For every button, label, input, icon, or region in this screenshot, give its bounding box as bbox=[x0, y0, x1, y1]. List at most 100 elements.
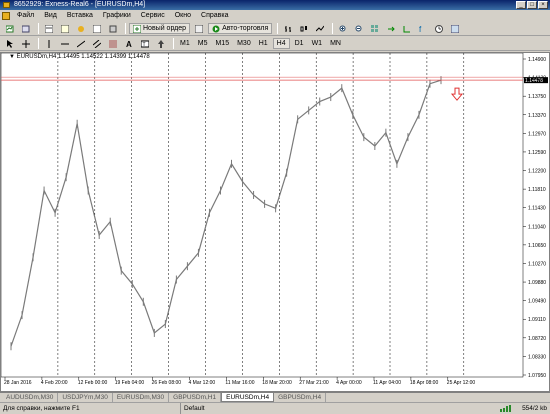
chart-header: ▼ EURUSDm,H4 1.14495 1.14522 1.14399 1.1… bbox=[9, 54, 150, 60]
timeframe-w1[interactable]: W1 bbox=[309, 38, 326, 49]
x-tick-label: 4 Mar 12:00 bbox=[189, 380, 216, 386]
candlestick-icon[interactable] bbox=[297, 23, 311, 34]
new-order-button[interactable]: Новый ордер bbox=[129, 23, 191, 34]
zoom-out-icon[interactable] bbox=[352, 23, 366, 34]
line-chart-icon[interactable] bbox=[313, 23, 327, 34]
toolbar-separator bbox=[173, 38, 174, 49]
chart-header-text: EURUSDm,H4 1.14495 1.14522 1.14399 1.144… bbox=[16, 54, 150, 60]
menu-insert[interactable]: Вставка bbox=[62, 10, 98, 22]
zoom-in-icon[interactable] bbox=[336, 23, 350, 34]
x-tick-label: 11 Mar 16:00 bbox=[225, 380, 254, 386]
timeframe-m5[interactable]: M5 bbox=[195, 38, 211, 49]
y-tick-label: 1.11040 bbox=[528, 224, 546, 230]
status-bar: Для справки, нажмите F1 Default 554/2 kb bbox=[0, 402, 550, 414]
svg-text:f: f bbox=[419, 25, 422, 33]
templates-icon[interactable] bbox=[448, 23, 462, 34]
window-title: 8652929: Exness-Real6 - [EURUSDm,H4] bbox=[14, 1, 146, 8]
periods-icon[interactable] bbox=[432, 23, 446, 34]
new-order-label: Новый ордер bbox=[143, 25, 187, 32]
tab-eurusdm-m30[interactable]: EURUSDm,M30 bbox=[113, 393, 170, 402]
chart-tabs: AUDUSDm,M30 USDJPYm,M30 EURUSDm,M30 GBPU… bbox=[0, 392, 550, 402]
tile-windows-icon[interactable] bbox=[368, 23, 382, 34]
metaeditor-icon[interactable] bbox=[192, 23, 206, 34]
y-tick-label: 1.14130 bbox=[528, 76, 546, 82]
auto-trading-button[interactable]: Авто-торговля bbox=[208, 23, 273, 34]
equidistant-channel-icon[interactable] bbox=[90, 38, 104, 49]
tab-eurusdm-h4[interactable]: EURUSDm,H4 bbox=[221, 393, 275, 402]
menu-file[interactable]: Файл bbox=[12, 10, 39, 22]
y-tick-label: 1.13370 bbox=[528, 113, 546, 119]
app-icon bbox=[3, 2, 10, 8]
bar-chart-icon[interactable] bbox=[281, 23, 295, 34]
cursor-icon[interactable] bbox=[3, 38, 17, 49]
price-chart[interactable]: 1.14478 1.149001.141301.137501.133701.12… bbox=[1, 53, 549, 391]
connection-icon bbox=[500, 405, 511, 412]
chart-shift-icon[interactable] bbox=[400, 23, 414, 34]
y-tick-label: 1.08330 bbox=[528, 354, 546, 360]
timeframe-m30[interactable]: M30 bbox=[234, 38, 254, 49]
chart-window[interactable]: 1.14478 1.14900 1.14130 1.13750 1.13370 1.12… bbox=[0, 52, 550, 392]
svg-text:A: A bbox=[126, 40, 132, 48]
new-chart-icon[interactable] bbox=[3, 23, 17, 34]
y-tick-label: 1.11430 bbox=[528, 206, 546, 212]
terminal-icon[interactable] bbox=[90, 23, 104, 34]
auto-trading-label: Авто-торговля bbox=[222, 25, 269, 32]
timeframe-d1[interactable]: D1 bbox=[292, 38, 307, 49]
profiles-icon[interactable] bbox=[19, 23, 33, 34]
text-icon[interactable]: A bbox=[122, 38, 136, 49]
tab-usdjpym-m30[interactable]: USDJPYm,M30 bbox=[58, 393, 113, 402]
toolbar-separator bbox=[332, 23, 334, 34]
y-tick-label: 1.10270 bbox=[528, 261, 546, 267]
timeframe-h4[interactable]: H4 bbox=[272, 38, 290, 49]
fibonacci-icon[interactable] bbox=[106, 38, 120, 49]
strategy-tester-icon[interactable] bbox=[106, 23, 120, 34]
crosshair-icon[interactable] bbox=[19, 38, 33, 49]
menu-tools[interactable]: Сервис bbox=[136, 10, 170, 22]
timeframe-h1[interactable]: H1 bbox=[256, 38, 271, 49]
data-window-icon[interactable] bbox=[58, 23, 72, 34]
drawing-toolbar: A T M1 M5 M15 M30 H1 H4 D1 W1 MN bbox=[0, 37, 550, 51]
x-tick-label: 12 Feb 00:00 bbox=[78, 380, 108, 386]
x-tick-label: 4 Feb 20:00 bbox=[41, 380, 68, 386]
toolbar-separator bbox=[277, 23, 279, 34]
menu-view[interactable]: Вид bbox=[39, 10, 62, 22]
arrows-icon[interactable] bbox=[154, 38, 168, 49]
minimize-button[interactable]: _ bbox=[516, 1, 526, 9]
maximize-button[interactable]: □ bbox=[527, 1, 537, 9]
x-tick-label: 11 Apr 04:00 bbox=[373, 380, 401, 386]
auto-scroll-icon[interactable] bbox=[384, 23, 398, 34]
x-tick-label: 27 Mar 21:00 bbox=[299, 380, 329, 386]
status-profile: Default bbox=[180, 403, 205, 414]
y-tick-label: 1.13750 bbox=[528, 94, 546, 100]
vertical-line-icon[interactable] bbox=[42, 38, 56, 49]
y-tick-label: 1.09490 bbox=[528, 299, 546, 305]
x-tick-label: 19 Feb 04:00 bbox=[115, 380, 145, 386]
navigator-icon[interactable] bbox=[74, 23, 88, 34]
menu-charts[interactable]: Графики bbox=[98, 10, 136, 22]
menu-help[interactable]: Справка bbox=[196, 10, 233, 22]
x-tick-label: 18 Apr 08:00 bbox=[410, 380, 439, 386]
main-toolbar: Новый ордер Авто-торговля f bbox=[0, 22, 550, 36]
indicators-icon[interactable]: f bbox=[416, 23, 430, 34]
market-watch-icon[interactable] bbox=[42, 23, 56, 34]
timeframe-m1[interactable]: M1 bbox=[177, 38, 193, 49]
y-tick-label: 1.11810 bbox=[528, 187, 546, 193]
trendline-icon[interactable] bbox=[74, 38, 88, 49]
timeframe-m15[interactable]: M15 bbox=[212, 38, 232, 49]
y-tick-label: 1.14900 bbox=[528, 57, 546, 63]
y-tick-label: 1.10650 bbox=[528, 243, 546, 249]
text-label-icon[interactable]: T bbox=[138, 38, 152, 49]
y-tick-label: 1.12970 bbox=[528, 131, 546, 137]
tab-audusdm-m30[interactable]: AUDUSDm,M30 bbox=[2, 393, 59, 402]
horizontal-line-icon[interactable] bbox=[58, 38, 72, 49]
x-tick-label: 4 Apr 00:00 bbox=[336, 380, 362, 386]
document-icon[interactable] bbox=[2, 12, 10, 20]
tab-gbpusdm-h1[interactable]: GBPUSDm,H1 bbox=[169, 393, 222, 402]
tab-gbpusdm-h4[interactable]: GBPUSDm,H4 bbox=[274, 393, 327, 402]
y-tick-label: 1.09110 bbox=[528, 317, 546, 323]
menu-window[interactable]: Окно bbox=[170, 10, 196, 22]
svg-text:T: T bbox=[143, 42, 146, 48]
y-tick-label: 1.12590 bbox=[528, 150, 546, 156]
close-button[interactable]: × bbox=[538, 1, 548, 9]
timeframe-mn[interactable]: MN bbox=[327, 38, 344, 49]
